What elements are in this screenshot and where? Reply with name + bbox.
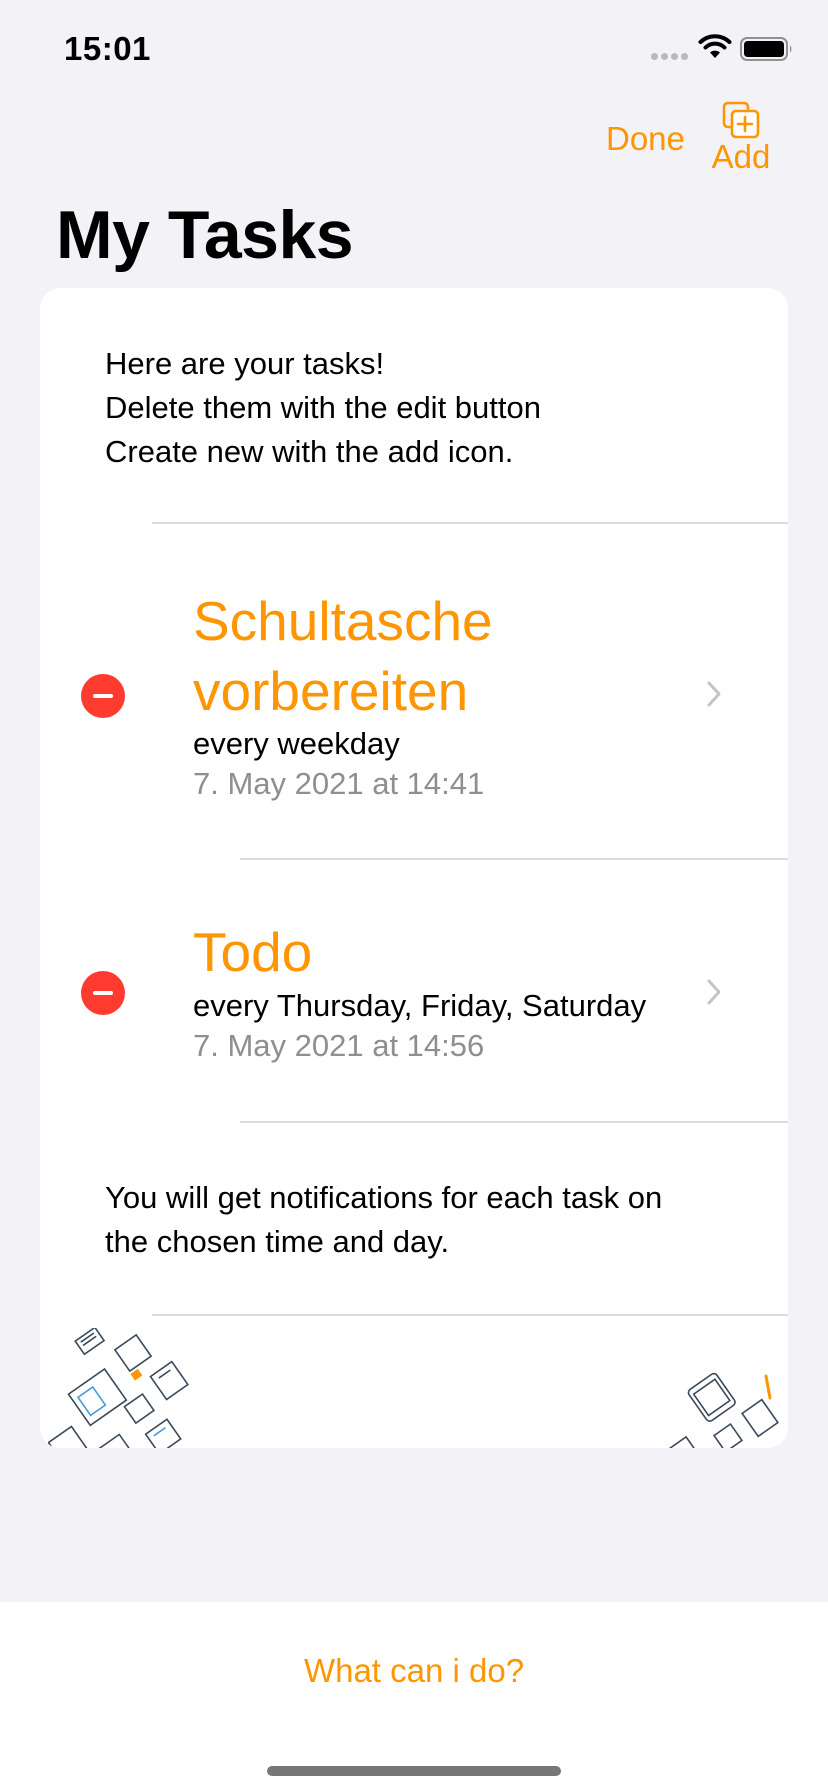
wifi-icon: [698, 34, 732, 58]
task-title-line: vorbereiten: [193, 660, 469, 722]
bottom-toolbar: What can i do?: [0, 1602, 828, 1792]
divider: [152, 522, 788, 524]
decorative-school-supplies-illustration: [48, 1328, 189, 1448]
task-date: 7. May 2021 at 14:41: [193, 766, 485, 801]
task-list-card: Here are your tasks! Delete them with th…: [40, 288, 788, 1448]
intro-text: Here are your tasks! Delete them with th…: [105, 342, 541, 474]
cellular-signal-icon: [651, 53, 688, 60]
divider: [152, 1314, 788, 1316]
task-repeat: every Thursday, Friday, Saturday: [193, 988, 647, 1023]
task-title: Todo: [193, 921, 313, 983]
task-repeat: every weekday: [193, 726, 400, 761]
task-date: 7. May 2021 at 14:56: [193, 1028, 485, 1063]
add-button[interactable]: Add: [708, 100, 774, 176]
page-title: My Tasks: [56, 197, 354, 273]
note-line: the chosen time and day.: [105, 1224, 450, 1259]
home-indicator[interactable]: [267, 1766, 561, 1776]
delete-task-button[interactable]: [81, 674, 125, 718]
note-line: You will get notifications for each task…: [105, 1180, 663, 1215]
delete-task-button[interactable]: [81, 971, 125, 1015]
divider: [240, 858, 788, 860]
done-button[interactable]: Done: [606, 120, 685, 158]
intro-line: Delete them with the edit button: [105, 390, 541, 425]
chevron-right-icon: [707, 979, 721, 1005]
chevron-right-icon: [707, 681, 721, 707]
add-button-label: Add: [711, 138, 771, 175]
notification-note: You will get notifications for each task…: [105, 1176, 662, 1264]
battery-icon: [740, 37, 792, 61]
decorative-devices-illustration: [668, 1372, 779, 1448]
help-button[interactable]: What can i do?: [0, 1652, 828, 1690]
status-time: 15:01: [64, 30, 151, 67]
divider: [240, 1121, 788, 1123]
add-icon: [722, 101, 760, 139]
task-title: Schultasche vorbereiten: [193, 586, 493, 726]
intro-line: Here are your tasks!: [105, 346, 385, 381]
task-title-line: Schultasche: [193, 590, 493, 652]
intro-line: Create new with the add icon.: [105, 434, 514, 469]
status-bar: 15:01: [0, 0, 828, 100]
